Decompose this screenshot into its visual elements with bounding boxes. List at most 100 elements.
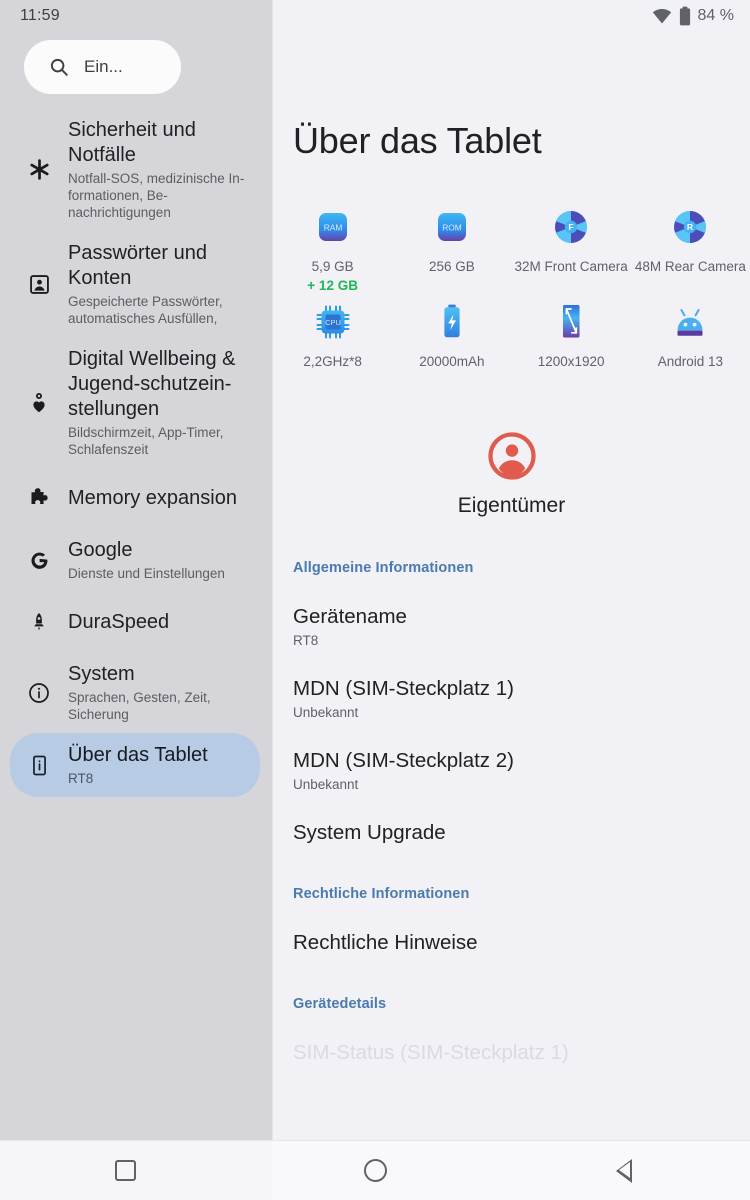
asterisk-icon [10,157,68,182]
sidebar-item-sublabel: Notfall-SOS, medizinische In-formationen… [68,171,245,220]
wifi-icon [652,8,672,24]
row-title: SIM-Status (SIM-Steckplatz 1) [293,1041,569,1064]
row-title: System Upgrade [293,821,446,844]
svg-text:RAM: RAM [323,223,342,233]
svg-text:F: F [569,222,574,232]
recent-apps-button[interactable] [0,1160,250,1181]
search-icon [48,56,70,78]
device-info-list: Allgemeine Informationen Gerätename RT8 … [273,560,750,1066]
spec-label: 5,9 GB [311,259,354,274]
row-title: MDN (SIM-Steckplatz 2) [293,749,514,772]
aperture-front-icon: F [550,204,592,250]
battery-percent: 84 % [697,7,734,24]
aperture-rear-icon: R [669,204,711,250]
sidebar-item-digital-wellbeing[interactable]: Digital Wellbeing & Jugend-schutzein-ste… [10,337,260,468]
row-title: MDN (SIM-Steckplatz 1) [293,677,514,700]
sidebar-item-passwords[interactable]: Passwörter und Konten Gespeicherte Passw… [10,231,260,337]
list-item[interactable]: System Upgrade [293,820,750,846]
home-button[interactable] [250,1159,500,1182]
spec-ram: RAM 5,9 GB + 12 GB [273,204,392,293]
spec-label: 20000mAh [419,354,485,369]
back-button[interactable] [500,1158,750,1183]
search-input[interactable]: Ein... [24,40,181,94]
sidebar-item-duraspeed[interactable]: DuraSpeed [10,592,260,652]
section-heading-general: Allgemeine Informationen [293,560,474,576]
spec-label: 32M Front Camera [514,259,628,274]
spec-display: 1200x1920 [512,299,631,370]
ram-chip-icon: RAM [313,204,353,250]
sidebar-item-label: System [68,663,135,685]
list-item[interactable]: Rechtliche Hinweise [293,930,750,956]
sidebar-item-label: DuraSpeed [68,610,170,633]
google-g-icon [10,548,68,573]
search-placeholder: Ein... [84,57,123,76]
sidebar-item-system[interactable]: System Sprachen, Gesten, Zeit, Sicherung [10,652,260,733]
list-item[interactable]: MDN (SIM-Steckplatz 1) Unbekannt [293,676,750,720]
sidebar-item-sublabel: Bildschirmzeit, App-Timer, Schlafenszeit [68,425,224,457]
about-tablet-panel: 84 % Über das Tablet RAM 5,9 GB + 12 GB [272,0,750,1200]
spec-label: 256 GB [428,259,475,274]
owner-name: Eigentümer [457,494,566,517]
list-item[interactable]: Gerätename RT8 [293,604,750,648]
spec-cpu: CPU 2,2GHz*8 [273,299,392,370]
screen-size-icon [551,299,591,345]
sidebar-item-memory-expansion[interactable]: Memory expansion [10,468,260,528]
sidebar-item-security[interactable]: Sicherheit und Notfälle Notfall-SOS, med… [10,108,260,231]
cpu-chip-icon: CPU [313,299,353,345]
sidebar-item-label: Memory expansion [68,486,237,509]
sidebar-item-label: Google [68,539,133,561]
rom-chip-icon: ROM [432,204,472,250]
account-box-icon [10,273,68,296]
sidebar-nav-list: Sicherheit und Notfälle Notfall-SOS, med… [0,108,272,797]
spec-rear-camera: R 48M Rear Camera [631,204,750,293]
sidebar-item-label: Über das Tablet [68,744,208,766]
rocket-icon [10,611,68,633]
section-heading-device-details: Gerätedetails [293,996,387,1012]
row-subtitle: Unbekannt [293,777,359,792]
spec-label: Android 13 [657,354,724,369]
wellbeing-heart-icon [10,391,68,415]
spec-battery: 20000mAh [392,299,511,370]
owner-profile[interactable]: Eigentümer [273,432,750,518]
sidebar-item-google[interactable]: Google Dienste und Einstellungen [10,528,260,592]
spec-label: 48M Rear Camera [634,259,746,274]
system-navigation-bar [0,1140,750,1200]
list-item[interactable]: SIM-Status (SIM-Steckplatz 1) [293,1040,750,1066]
spec-android-version: Android 13 [631,299,750,370]
spec-bonus: + 12 GB [307,278,358,293]
tablet-info-icon [10,754,68,777]
battery-bolt-icon [432,299,472,345]
sidebar-item-label: Sicherheit und Notfälle [68,119,196,166]
status-bar-clock-area: 11:59 [0,0,272,32]
section-heading-legal: Rechtliche Informationen [293,886,470,902]
svg-text:CPU: CPU [325,318,341,327]
svg-text:R: R [687,222,694,232]
sidebar-item-sublabel: Dienste und Einstellungen [68,566,225,581]
svg-text:ROM: ROM [442,223,462,233]
spec-rom: ROM 256 GB [392,204,511,293]
device-spec-grid: RAM 5,9 GB + 12 GB ROM 256 GB F 32M Fron… [273,204,750,370]
status-bar-indicators: 84 % [273,0,750,32]
spec-label: 1200x1920 [537,354,605,369]
info-circle-icon [10,681,68,705]
sidebar-item-sublabel: RT8 [68,771,94,786]
android-robot-icon [669,299,711,345]
tablet-settings-screen: 11:59 Ein... Sicherheit und Notfälle Not… [0,0,750,1200]
sidebar-item-about-tablet[interactable]: Über das Tablet RT8 [10,733,260,797]
row-subtitle: RT8 [293,633,319,648]
sidebar-item-label: Digital Wellbeing & Jugend-schutzein-ste… [68,348,236,420]
account-circle-icon [487,432,536,480]
puzzle-piece-icon [10,486,68,511]
triangle-back-icon [616,1158,634,1183]
row-title: Gerätename [293,605,407,628]
sidebar-item-label: Passwörter und Konten [68,242,207,289]
spec-front-camera: F 32M Front Camera [512,204,631,293]
sidebar-item-sublabel: Sprachen, Gesten, Zeit, Sicherung [68,690,211,722]
row-title: Rechtliche Hinweise [293,931,478,954]
clock: 11:59 [20,7,60,24]
battery-icon [679,6,691,26]
spec-label: 2,2GHz*8 [303,354,362,369]
page-title: Über das Tablet [293,120,542,161]
row-subtitle: Unbekannt [293,705,359,720]
list-item[interactable]: MDN (SIM-Steckplatz 2) Unbekannt [293,748,750,792]
